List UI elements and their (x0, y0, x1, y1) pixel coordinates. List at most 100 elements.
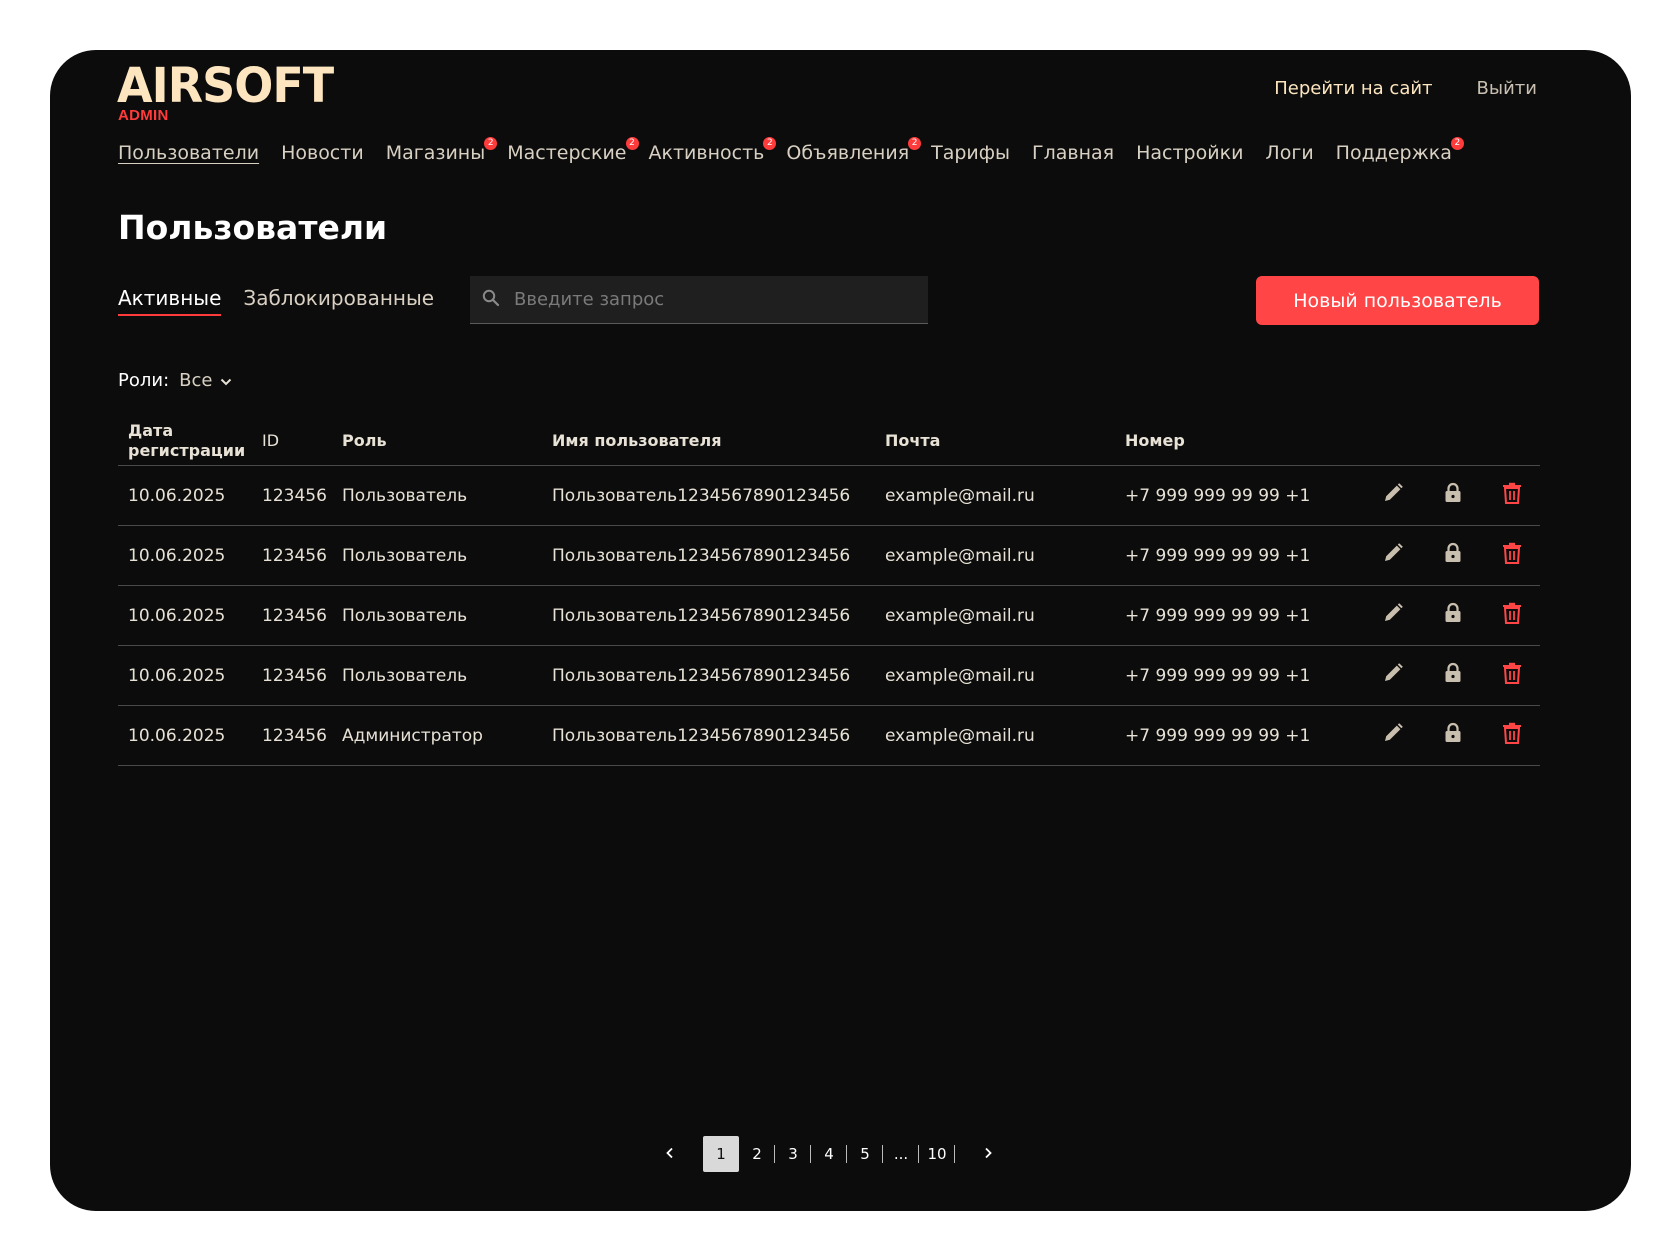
delete-button[interactable] (1502, 602, 1522, 629)
nav-item-7[interactable]: Главная (1032, 142, 1114, 164)
lock-button[interactable] (1444, 542, 1462, 569)
nav-item-label: Мастерские (507, 142, 627, 164)
nav-item-8[interactable]: Настройки (1136, 142, 1243, 164)
edit-button[interactable] (1382, 542, 1404, 569)
cell-date: 10.06.2025 (118, 525, 252, 586)
lock-button[interactable] (1444, 602, 1462, 629)
cell-username: Пользователь1234567890123456 (542, 525, 875, 586)
edit-button[interactable] (1382, 602, 1404, 629)
table-header-row: Дата регистрации ID Роль Имя пользовател… (118, 416, 1540, 466)
lock-button[interactable] (1444, 482, 1462, 509)
action-cell (1483, 585, 1540, 646)
cell-phone: +7 999 999 99 99 +1 (1115, 705, 1363, 766)
trash-icon (1502, 722, 1522, 749)
table-row: 10.06.2025 123456 Пользователь Пользователь… (118, 645, 1540, 706)
action-cell (1363, 525, 1423, 586)
action-cell (1423, 585, 1483, 646)
edit-icon (1382, 663, 1404, 689)
cell-phone: +7 999 999 99 99 +1 (1115, 645, 1363, 706)
col-header-role: Роль (332, 416, 542, 466)
edit-icon (1382, 543, 1404, 569)
goto-site-link[interactable]: Перейти на сайт (1274, 78, 1432, 99)
delete-button[interactable] (1502, 482, 1522, 509)
nav-item-label: Поддержка (1335, 142, 1452, 164)
nav-item-label: Объявления (786, 142, 910, 164)
nav-item-1[interactable]: Новости (281, 142, 364, 164)
lock-icon (1444, 662, 1462, 689)
tab-blocked[interactable]: Заблокированные (243, 286, 434, 316)
logo[interactable]: AIRSOFT ADMIN (117, 58, 334, 124)
nav-item-label: Тарифы (931, 142, 1011, 164)
delete-button[interactable] (1502, 542, 1522, 569)
nav-item-label: Новости (281, 142, 364, 164)
edit-button[interactable] (1382, 662, 1404, 689)
roles-label: Роли: (118, 370, 170, 391)
trash-icon (1502, 602, 1522, 629)
edit-button[interactable] (1382, 722, 1404, 749)
col-header-email: Почта (875, 416, 1115, 466)
action-cell (1483, 525, 1540, 586)
lock-icon (1444, 482, 1462, 509)
col-header-lock (1423, 416, 1483, 466)
cell-email: example@mail.ru (875, 705, 1115, 766)
table-row: 10.06.2025 123456 Пользователь Пользователь… (118, 465, 1540, 526)
logo-sub: ADMIN (118, 107, 169, 124)
nav-item-3[interactable]: Мастерские 2 (507, 137, 639, 164)
nav-item-6[interactable]: Тарифы (931, 142, 1010, 164)
col-header-date: Дата регистрации (118, 416, 252, 466)
delete-button[interactable] (1502, 662, 1522, 689)
nav-item-4[interactable]: Активность 2 (649, 137, 777, 164)
lock-button[interactable] (1444, 662, 1462, 689)
cell-username: Пользователь1234567890123456 (542, 645, 875, 706)
col-header-delete (1483, 416, 1540, 466)
page-button[interactable]: 2 (739, 1136, 775, 1172)
prev-page-button[interactable] (655, 1145, 685, 1163)
nav-item-5[interactable]: Объявления 2 (786, 137, 922, 164)
action-cell (1423, 525, 1483, 586)
action-cell (1423, 645, 1483, 706)
delete-button[interactable] (1502, 722, 1522, 749)
lock-button[interactable] (1444, 722, 1462, 749)
cell-date: 10.06.2025 (118, 645, 252, 706)
next-page-button[interactable] (973, 1145, 1003, 1163)
search-box[interactable] (470, 276, 928, 324)
cell-id: 123456 (252, 585, 332, 646)
search-input[interactable] (512, 288, 916, 311)
action-cell (1363, 465, 1423, 526)
cell-role: Администратор (332, 705, 542, 766)
roles-filter: Роли: Все (118, 370, 232, 391)
nav-item-2[interactable]: Магазины 2 (386, 137, 498, 164)
page-button[interactable]: 5 (847, 1136, 883, 1172)
edit-icon (1382, 723, 1404, 749)
app-frame: AIRSOFT ADMIN Перейти на сайт Выйти Поль… (50, 50, 1631, 1211)
nav-item-10[interactable]: Поддержка 2 (1335, 137, 1464, 164)
logout-link[interactable]: Выйти (1477, 78, 1537, 99)
cell-date: 10.06.2025 (118, 585, 252, 646)
new-user-button[interactable]: Новый пользователь (1256, 276, 1539, 325)
page-button[interactable]: 10 (919, 1136, 955, 1172)
pagination: 1 2 3 4 5... 10 (655, 1136, 1003, 1172)
cell-username: Пользователь1234567890123456 (542, 705, 875, 766)
cell-email: example@mail.ru (875, 465, 1115, 526)
table-row: 10.06.2025 123456 Пользователь Пользователь… (118, 585, 1540, 646)
roles-value: Все (179, 370, 213, 391)
col-header-username: Имя пользователя (542, 416, 875, 466)
nav-item-9[interactable]: Логи (1265, 142, 1313, 164)
roles-dropdown[interactable]: Все (179, 370, 232, 391)
cell-email: example@mail.ru (875, 645, 1115, 706)
edit-button[interactable] (1382, 482, 1404, 509)
lock-icon (1444, 542, 1462, 569)
page-button[interactable]: 1 (703, 1136, 739, 1172)
page-button[interactable]: 4 (811, 1136, 847, 1172)
col-header-edit (1363, 416, 1423, 466)
cell-id: 123456 (252, 465, 332, 526)
lock-icon (1444, 722, 1462, 749)
action-cell (1483, 645, 1540, 706)
cell-role: Пользователь (332, 645, 542, 706)
lock-icon (1444, 602, 1462, 629)
action-cell (1363, 585, 1423, 646)
page-button[interactable]: 3 (775, 1136, 811, 1172)
nav-item-0[interactable]: Пользователи (118, 142, 259, 164)
cell-username: Пользователь1234567890123456 (542, 465, 875, 526)
tab-active[interactable]: Активные (118, 286, 222, 316)
